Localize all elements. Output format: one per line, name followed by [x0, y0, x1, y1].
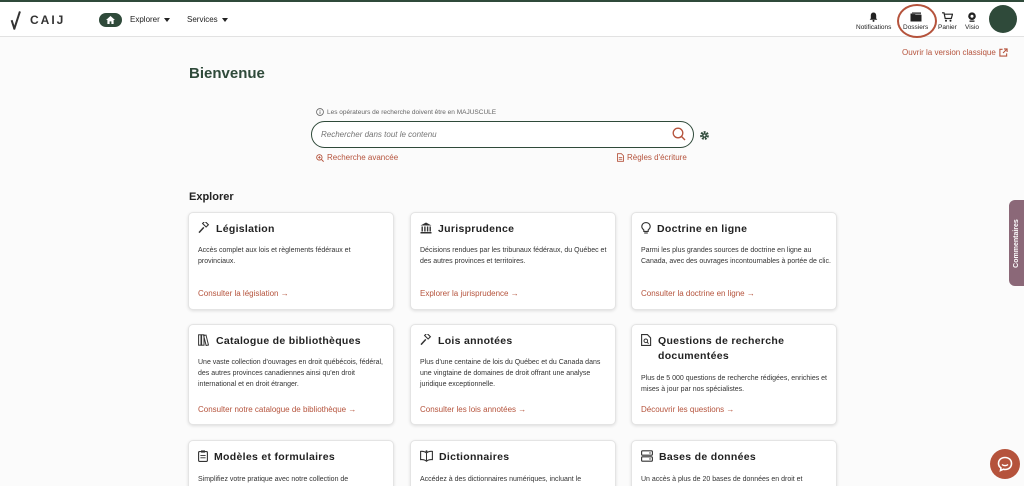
- card-title: Jurisprudence: [438, 223, 515, 235]
- gear-icon[interactable]: [699, 130, 710, 141]
- chevron-down-icon: [221, 17, 228, 22]
- card-description: Parmi les plus grandes sources de doctri…: [641, 247, 831, 265]
- writing-rules-label: Règles d'écriture: [627, 153, 687, 162]
- advanced-search-label: Recherche avancée: [327, 153, 399, 162]
- bell-icon: [869, 12, 878, 22]
- card-description: Accédez à des dictionnaires numériques, …: [420, 476, 582, 483]
- card-link[interactable]: Consulter les lois annotées →: [420, 405, 526, 414]
- explorer-section-title: Explorer: [189, 191, 234, 203]
- writing-rules-link[interactable]: Règles d'écriture: [617, 153, 687, 162]
- info-icon: [316, 108, 324, 116]
- nav-services-label: Services: [187, 15, 218, 24]
- avatar[interactable]: [989, 5, 1017, 33]
- card-lois-annotees[interactable]: Lois annotées Plus d'une centaine de loi…: [410, 324, 616, 425]
- dossiers-highlight-circle: [897, 4, 937, 38]
- card-title: Questions de recherche documentées: [658, 335, 785, 362]
- nav-explorer[interactable]: Explorer: [130, 15, 170, 24]
- document-search-icon: [641, 334, 652, 346]
- server-icon: [641, 450, 653, 462]
- classic-version-link[interactable]: Ouvrir la version classique: [902, 48, 1008, 57]
- zoom-plus-icon: [316, 153, 324, 162]
- logo-icon: [10, 10, 24, 30]
- courthouse-icon: [420, 222, 432, 234]
- chat-icon: [997, 456, 1013, 472]
- card-description: Simplifiez votre pratique avec notre col…: [198, 476, 349, 483]
- nav-services[interactable]: Services: [187, 15, 228, 24]
- card-modeles[interactable]: Modèles et formulaires Simplifiez votre …: [188, 440, 394, 486]
- home-button[interactable]: [99, 13, 122, 27]
- card-description: Une vaste collection d'ouvrages en droit…: [198, 359, 384, 388]
- card-link[interactable]: Consulter la législation →: [198, 289, 289, 298]
- card-title: Doctrine en ligne: [657, 223, 748, 235]
- card-jurisprudence[interactable]: Jurisprudence Décisions rendues par les …: [410, 212, 616, 310]
- search-hint: Les opérateurs de recherche doivent être…: [316, 108, 496, 116]
- search-input[interactable]: [321, 128, 661, 141]
- card-description: Plus de 5 000 questions de recherche réd…: [641, 375, 828, 393]
- card-link[interactable]: Découvrir les questions →: [641, 405, 734, 414]
- advanced-search-link[interactable]: Recherche avancée: [316, 153, 398, 162]
- external-link-icon: [999, 48, 1008, 57]
- card-title: Lois annotées: [438, 335, 513, 347]
- page-title: Bienvenue: [189, 65, 265, 82]
- search-box: [311, 121, 694, 148]
- logo[interactable]: CAIJ: [10, 10, 65, 30]
- card-description: Décisions rendues par les tribunaux fédé…: [420, 247, 607, 265]
- home-icon: [106, 16, 115, 24]
- card-title: Bases de données: [659, 451, 757, 463]
- webcam-icon: [968, 12, 976, 22]
- books-icon: [198, 334, 210, 346]
- chat-button[interactable]: [990, 449, 1020, 479]
- panier-button[interactable]: Panier: [938, 12, 957, 31]
- open-book-icon: [420, 450, 433, 462]
- gavel-icon: [420, 334, 432, 346]
- card-title: Dictionnaires: [439, 451, 510, 463]
- notifications-label: Notifications: [856, 24, 892, 31]
- card-title: Catalogue de bibliothèques: [216, 335, 361, 347]
- feedback-tab[interactable]: Commentaires: [1009, 200, 1024, 286]
- gavel-icon: [198, 222, 210, 234]
- card-questions-recherche[interactable]: Questions de recherche documentées Plus …: [631, 324, 837, 425]
- top-bar: CAIJ Explorer Services Notifications Dos…: [0, 0, 1024, 37]
- logo-text: CAIJ: [30, 13, 66, 27]
- card-description: Un accès à plus de 20 bases de données e…: [641, 476, 803, 483]
- document-icon: [617, 153, 624, 162]
- card-link[interactable]: Explorer la jurisprudence →: [420, 289, 519, 298]
- nav-explorer-label: Explorer: [130, 15, 160, 24]
- clipboard-icon: [198, 450, 208, 462]
- card-title: Modèles et formulaires: [214, 451, 335, 463]
- search-icon[interactable]: [672, 127, 686, 141]
- card-description: Accès complet aux lois et règlements féd…: [198, 247, 351, 265]
- search-hint-text: Les opérateurs de recherche doivent être…: [327, 108, 497, 116]
- visio-label: Visio: [965, 24, 979, 31]
- card-dictionnaires[interactable]: Dictionnaires Accédez à des dictionnaire…: [410, 440, 616, 486]
- card-title: Législation: [216, 223, 275, 235]
- chevron-down-icon: [163, 17, 170, 22]
- panier-label: Panier: [938, 24, 957, 31]
- cart-icon: [941, 12, 953, 22]
- card-bases-donnees[interactable]: Bases de données Un accès à plus de 20 b…: [631, 440, 837, 486]
- card-catalogue[interactable]: Catalogue de bibliothèques Une vaste col…: [188, 324, 394, 425]
- visio-button[interactable]: Visio: [965, 12, 979, 31]
- card-doctrine[interactable]: Doctrine en ligne Parmi les plus grandes…: [631, 212, 837, 310]
- card-legislation[interactable]: Législation Accès complet aux lois et rè…: [188, 212, 394, 310]
- notifications-button[interactable]: Notifications: [856, 12, 891, 31]
- lightbulb-icon: [641, 222, 651, 234]
- classic-version-label: Ouvrir la version classique: [902, 48, 996, 57]
- card-description: Plus d'une centaine de lois du Québec et…: [420, 359, 601, 388]
- card-link[interactable]: Consulter notre catalogue de bibliothèqu…: [198, 405, 356, 414]
- feedback-tab-label: Commentaires: [1013, 218, 1021, 268]
- card-link[interactable]: Consulter la doctrine en ligne →: [641, 289, 755, 298]
